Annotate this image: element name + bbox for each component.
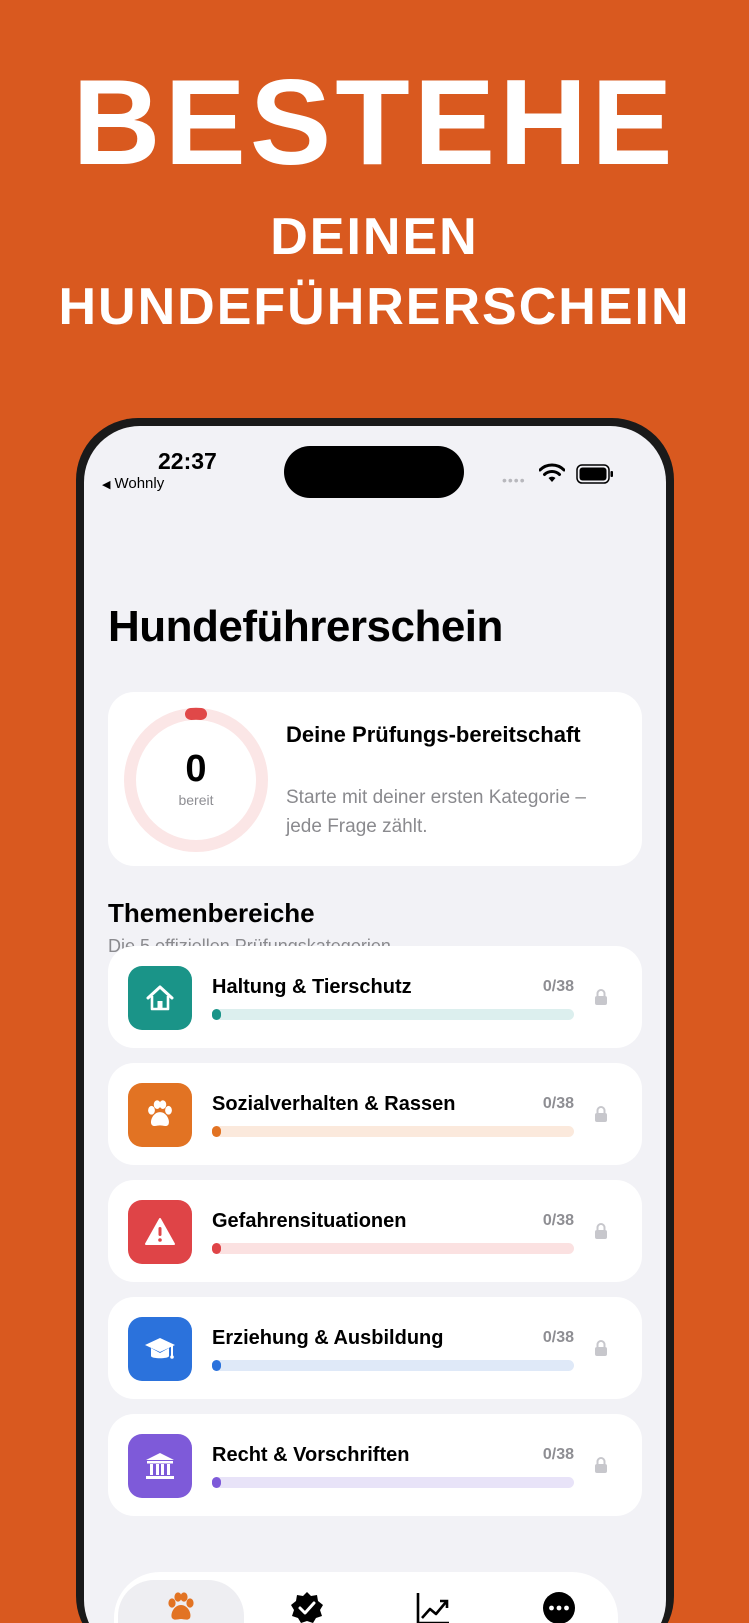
signal-icon: •••• [502,472,526,488]
lock-icon [595,1340,607,1356]
page-title: Hundeführerschein [108,602,503,651]
tab-more[interactable] [496,1580,622,1623]
category-name: Gefahrensituationen [212,1210,407,1232]
readiness-label: bereit [178,792,214,808]
category-progress-bar [212,1009,574,1020]
category-count: 0/38 [542,978,574,995]
category-name: Recht & Vorschriften [212,1444,410,1466]
category-progress-fill [212,1009,221,1020]
category-count: 0/38 [542,1095,574,1112]
category-card[interactable]: Recht & Vorschriften 0/38 [108,1414,642,1516]
readiness-value: 0 [185,748,207,790]
category-count: 0/38 [542,1329,574,1346]
lock-icon [595,1223,607,1239]
category-progress-bar [212,1360,574,1371]
back-to-app-link[interactable]: ◀ Wohnly [102,475,164,492]
category-progress-bar [212,1243,574,1254]
status-time: 22:37 [158,448,217,474]
lock-icon [595,1106,607,1122]
section-title: Themenbereiche [108,898,315,928]
promo-subline-1: DEINEN [270,208,479,266]
tab-statistics[interactable] [370,1580,496,1623]
lock-icon [595,1457,607,1473]
category-progress-fill [212,1126,221,1137]
back-app-label: Wohnly [114,475,165,492]
category-progress-bar [212,1477,574,1488]
battery-icon [576,464,613,484]
tab-bar [114,1572,618,1623]
dynamic-island [284,446,464,498]
warning-icon [128,1200,192,1264]
category-name: Erziehung & Ausbildung [212,1327,444,1349]
readiness-title: Deine Prüfungs-bereitschaft [286,722,581,747]
graduation-cap-icon [128,1317,192,1381]
paw-icon [168,1592,194,1620]
category-card[interactable]: Haltung & Tierschutz 0/38 [108,946,642,1048]
category-progress-bar [212,1126,574,1137]
category-count: 0/38 [542,1446,574,1463]
courthouse-icon [128,1434,192,1498]
paw-icon [128,1083,192,1147]
house-icon [128,966,192,1030]
category-name: Sozialverhalten & Rassen [212,1093,456,1115]
category-card[interactable]: Sozialverhalten & Rassen 0/38 [108,1063,642,1165]
category-progress-fill [212,1243,221,1254]
category-name: Haltung & Tierschutz [212,976,412,998]
wifi-icon [539,463,565,482]
category-card[interactable]: Gefahrensituationen 0/38 [108,1180,642,1282]
readiness-card: 0 bereit Deine Prüfungs-bereitschaft Sta… [108,692,642,866]
category-progress-fill [212,1477,221,1488]
promo-headline: BESTEHE [72,54,677,190]
lock-icon [595,989,607,1005]
tab-practice[interactable] [244,1580,370,1623]
back-arrow-icon: ◀ [102,479,111,491]
check-badge-icon [291,1592,323,1623]
tab-exam[interactable] [118,1580,244,1623]
promo-subline-2: HUNDEFÜHRERSCHEIN [58,278,691,336]
category-progress-fill [212,1360,221,1371]
chart-icon [416,1593,449,1623]
readiness-subtitle: Starte mit deiner ersten Kategorie – jed… [286,787,586,837]
category-count: 0/38 [542,1212,574,1229]
category-card[interactable]: Erziehung & Ausbildung 0/38 [108,1297,642,1399]
more-icon [543,1592,575,1623]
phone-screen: 22:37 ◀ Wohnly •••• Hundeführerschein 0 b… [84,426,666,1623]
